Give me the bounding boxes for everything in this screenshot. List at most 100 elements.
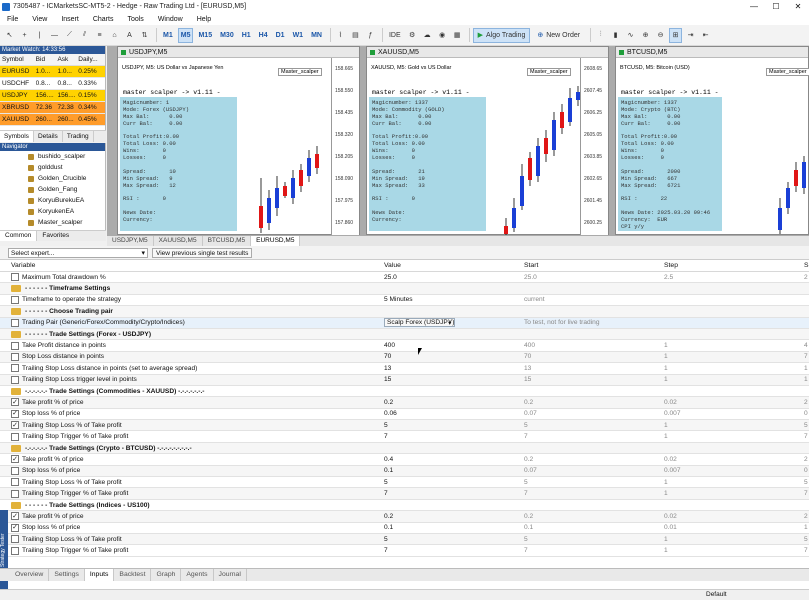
value-cell[interactable]: 5: [384, 479, 524, 486]
fibonacci-icon[interactable]: ≡: [93, 28, 106, 43]
start-cell[interactable]: 15: [524, 376, 664, 383]
optimize-checkbox[interactable]: [11, 295, 19, 304]
menu-tools[interactable]: Tools: [120, 16, 150, 23]
optimize-checkbox[interactable]: ✓: [11, 512, 19, 521]
input-row[interactable]: Trailing Stop Loss % of Take profit 5 5 1 5: [0, 533, 809, 546]
stop-cell[interactable]: 7: [804, 353, 809, 360]
step-cell[interactable]: 0.02: [664, 513, 804, 520]
input-row[interactable]: ✓ Stop loss % of price 0.06 0.07 0.007 0: [0, 409, 809, 421]
step-cell[interactable]: 1: [664, 536, 804, 543]
stop-cell[interactable]: 5: [804, 536, 809, 543]
chart-tab-eurusd[interactable]: EURUSD,M5: [251, 236, 301, 246]
step-cell[interactable]: 2.5: [664, 274, 804, 281]
algo-trading-button[interactable]: ▶ Algo Trading: [472, 27, 531, 43]
tf-m1-button[interactable]: M1: [160, 28, 176, 43]
start-cell[interactable]: 5: [524, 422, 664, 429]
navigator-item[interactable]: bushido_scalper: [0, 151, 105, 162]
optimize-checkbox[interactable]: ✓: [11, 398, 19, 407]
optimize-checkbox[interactable]: [11, 432, 19, 441]
input-row[interactable]: Take Profit distance in points 400 400 1 4: [0, 340, 809, 352]
tab-overview[interactable]: Overview: [10, 569, 50, 581]
minimize-button[interactable]: —: [743, 0, 765, 13]
menu-insert[interactable]: Insert: [54, 16, 86, 23]
zoom-in-icon[interactable]: ⊕: [639, 28, 652, 43]
input-row[interactable]: Trailing Stop Loss % of Take profit 5 5 1 5: [0, 477, 809, 489]
tf-m15-button[interactable]: M15: [195, 28, 215, 43]
start-cell[interactable]: To test, not for live trading: [524, 319, 664, 326]
value-cell[interactable]: 5: [384, 422, 524, 429]
start-cell[interactable]: 400: [524, 342, 664, 349]
market-watch-row[interactable]: USDCHF 0.8... 0.8... 0.33%: [0, 78, 105, 90]
market-watch-row[interactable]: EURUSD 1.0... 1.0... 0.25%: [0, 66, 105, 78]
tf-h1-button[interactable]: H1: [239, 28, 254, 43]
group-row[interactable]: -.-.-.-.-.- Trade Settings (Commodities …: [0, 386, 809, 398]
cloud-icon[interactable]: ☁: [421, 28, 434, 43]
tab-details[interactable]: Details: [34, 131, 63, 142]
select-expert-dropdown[interactable]: Select expert...: [8, 247, 148, 258]
line-chart-icon[interactable]: ∿: [624, 28, 637, 43]
menu-charts[interactable]: Charts: [86, 16, 121, 23]
cursor-tool-icon[interactable]: ↖: [3, 28, 16, 43]
col-start[interactable]: Start: [524, 262, 664, 269]
navigator-item[interactable]: KoryukenEA: [0, 206, 105, 217]
stop-cell[interactable]: 1: [804, 524, 809, 531]
optimize-checkbox[interactable]: [11, 352, 19, 361]
stop-cell[interactable]: 5: [804, 422, 809, 429]
value-cell[interactable]: 5 Minutes: [384, 296, 524, 303]
input-row[interactable]: Trailing Stop Loss distance in points (s…: [0, 363, 809, 375]
view-previous-results-button[interactable]: View previous single test results: [152, 247, 253, 258]
col-step[interactable]: Step: [664, 262, 804, 269]
input-row[interactable]: ✓ Stop loss % of price 0.1 0.1 0.01 1: [0, 523, 809, 534]
input-row[interactable]: Stop loss % of price 0.1 0.07 0.007 0: [0, 465, 809, 478]
stop-cell[interactable]: 0: [804, 467, 809, 474]
input-row[interactable]: ✓ Take profit % of price 0.2 0.2 0.02 2: [0, 397, 809, 409]
stop-cell[interactable]: 1: [804, 365, 809, 372]
templates-icon[interactable]: ▤: [349, 28, 362, 43]
market-watch-row[interactable]: USDJPY 156.... 156.... 0.15%: [0, 90, 105, 102]
value-cell[interactable]: 7: [384, 490, 524, 497]
navigator-item[interactable]: golddust: [0, 162, 105, 173]
tf-mn-button[interactable]: MN: [308, 28, 325, 43]
value-cell[interactable]: 0.2: [384, 399, 524, 406]
stop-cell[interactable]: 2: [804, 274, 809, 281]
col-bid[interactable]: Bid: [36, 56, 58, 63]
value-cell[interactable]: 0.2: [384, 513, 524, 520]
group-row[interactable]: - - - - - - Trade Settings (Forex - USDJ…: [0, 328, 809, 341]
chart-window-btcusd[interactable]: BTCUSD,M5 BTCUSD, M5: Bitcoin (USD) Mast…: [615, 46, 809, 235]
chart-tab-usdjpy[interactable]: USDJPY,M5: [107, 236, 154, 246]
optimize-checkbox[interactable]: [11, 364, 19, 373]
input-row[interactable]: Trailing Stop Loss trigger level in poin…: [0, 374, 809, 386]
navigator-item[interactable]: Master_scalper: [0, 217, 105, 228]
stop-cell[interactable]: 0: [804, 410, 809, 417]
navigator-item[interactable]: Golden_Crucible: [0, 173, 105, 184]
menu-help[interactable]: Help: [190, 16, 218, 23]
start-cell[interactable]: 5: [524, 536, 664, 543]
trendline-icon[interactable]: ⟋: [63, 28, 76, 43]
start-cell[interactable]: 0.2: [524, 513, 664, 520]
value-cell[interactable]: 13: [384, 365, 524, 372]
col-daily[interactable]: Daily...: [78, 56, 105, 63]
stop-cell[interactable]: 2: [804, 513, 809, 520]
optimize-checkbox[interactable]: [11, 466, 19, 475]
input-row[interactable]: ✓ Trailing Stop Loss % of Take profit 5 5 1 5: [0, 420, 809, 432]
close-button[interactable]: ✕: [787, 0, 809, 13]
stop-cell[interactable]: 7: [804, 547, 809, 554]
value-cell[interactable]: 7: [384, 547, 524, 554]
tab-backtest[interactable]: Backtest: [114, 569, 152, 581]
market-watch-row[interactable]: XAUUSD 260... 260... 0.45%: [0, 114, 105, 126]
ide-button[interactable]: IDE: [386, 28, 404, 43]
trading-pair-select[interactable]: Scalp Forex (USDJPY): [384, 318, 456, 328]
value-cell[interactable]: 7: [384, 433, 524, 440]
step-cell[interactable]: 0.01: [664, 524, 804, 531]
input-row[interactable]: Trailing Stop Trigger % of Take profit 7 7…: [0, 545, 809, 557]
optimize-checkbox[interactable]: ✓: [11, 409, 19, 418]
tab-journal[interactable]: Journal: [214, 569, 247, 581]
chart-tab-xauusd[interactable]: XAUUSD,M5: [154, 236, 203, 246]
value-cell[interactable]: 0.1: [384, 524, 524, 531]
tab-trading[interactable]: Trading: [63, 131, 94, 142]
chart-tab-btcusd[interactable]: BTCUSD,M5: [203, 236, 252, 246]
start-cell[interactable]: current: [524, 296, 664, 303]
step-cell[interactable]: 0.02: [664, 399, 804, 406]
chart-window-usdjpy[interactable]: USDJPY,M5 USDJPY, M5: US Dollar vs Japan…: [117, 46, 360, 236]
stop-cell[interactable]: 1: [804, 376, 809, 383]
